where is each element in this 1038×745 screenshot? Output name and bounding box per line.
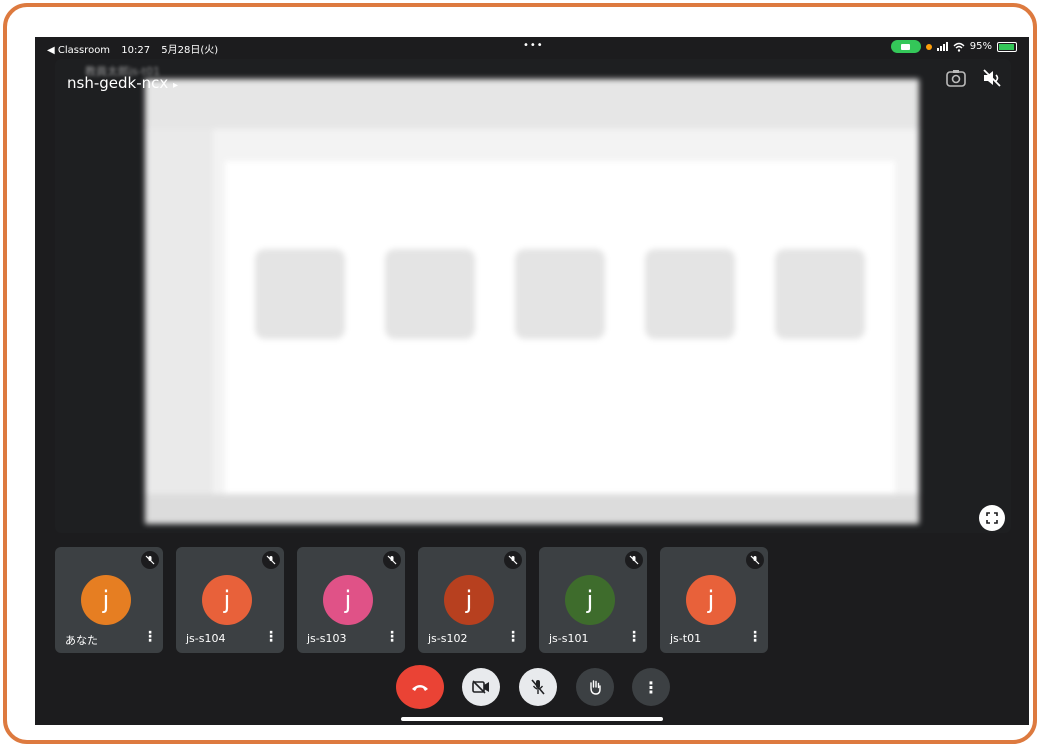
more-options-icon[interactable]: ⋮ — [264, 629, 278, 645]
participant-name: js-s103 — [307, 632, 347, 645]
mic-off-icon — [141, 551, 159, 569]
fullscreen-icon — [986, 512, 998, 524]
wifi-icon — [953, 42, 965, 52]
avatar: j — [444, 575, 494, 625]
participant-name: あなた — [65, 634, 98, 647]
avatar: j — [323, 575, 373, 625]
battery-icon — [997, 41, 1017, 52]
participant-tile[interactable]: j js-s102 ⋮ — [418, 547, 526, 653]
participant-tile[interactable]: j js-s103 ⋮ — [297, 547, 405, 653]
chevron-right-icon: ▸ — [173, 80, 179, 91]
battery-percent: 95% — [969, 41, 992, 52]
fullscreen-button[interactable] — [979, 505, 1005, 531]
more-options-icon[interactable]: ⋮ — [385, 629, 399, 645]
orange-frame: ◀ Classroom 10:27 5月28日(火) ••• 95% 教員太郎j… — [3, 3, 1037, 744]
avatar: j — [81, 575, 131, 625]
participant-name: js-t01 — [670, 632, 702, 645]
home-indicator[interactable] — [401, 717, 663, 721]
status-bar: ◀ Classroom 10:27 5月28日(火) ••• 95% — [35, 37, 1029, 57]
more-options-icon[interactable]: ⋮ — [143, 629, 157, 645]
end-call-button[interactable] — [396, 665, 444, 709]
participant-name: js-s104 — [186, 632, 226, 645]
multitask-dots[interactable]: ••• — [523, 40, 544, 51]
more-options-icon[interactable]: ⋮ — [506, 629, 520, 645]
presentation-stage: 教員太郎js-t01 nsh-gedk-ncx ▸ — [55, 59, 1011, 533]
mic-off-icon — [746, 551, 764, 569]
mic-off-icon — [262, 551, 280, 569]
switch-camera-icon[interactable] — [945, 67, 967, 89]
participant-tile[interactable]: j js-t01 ⋮ — [660, 547, 768, 653]
mic-toggle-button[interactable] — [519, 668, 557, 706]
participant-tile[interactable]: j js-s101 ⋮ — [539, 547, 647, 653]
participant-name: js-s101 — [549, 632, 589, 645]
camera-off-icon — [472, 680, 489, 694]
more-options-icon[interactable]: ⋮ — [627, 629, 641, 645]
end-call-icon — [412, 685, 428, 691]
avatar: j — [202, 575, 252, 625]
participant-tile[interactable]: j js-s104 ⋮ — [176, 547, 284, 653]
avatar: j — [565, 575, 615, 625]
device-screen: ◀ Classroom 10:27 5月28日(火) ••• 95% 教員太郎j… — [35, 37, 1029, 725]
meeting-code[interactable]: nsh-gedk-ncx ▸ — [67, 74, 178, 92]
speaker-off-icon[interactable] — [981, 67, 1003, 89]
call-controls: ⋮ — [35, 665, 1029, 709]
participant-tile[interactable]: j あなた ⋮ — [55, 547, 163, 653]
mic-off-icon — [383, 551, 401, 569]
shared-screen — [145, 79, 919, 524]
participant-name: js-s102 — [428, 632, 468, 645]
mic-off-icon — [504, 551, 522, 569]
mic-off-icon — [531, 679, 545, 695]
camera-toggle-button[interactable] — [462, 668, 500, 706]
more-vert-icon: ⋮ — [643, 677, 659, 697]
mic-indicator-icon — [925, 43, 932, 50]
cellular-signal-icon — [936, 42, 948, 51]
meeting-code-text: nsh-gedk-ncx — [67, 74, 169, 92]
avatar: j — [686, 575, 736, 625]
raise-hand-button[interactable] — [576, 668, 614, 706]
more-options-icon[interactable]: ⋮ — [748, 629, 762, 645]
back-to-app-link[interactable]: ◀ Classroom — [47, 45, 110, 56]
raise-hand-icon — [590, 680, 601, 695]
status-time: 10:27 — [121, 45, 151, 56]
mic-off-icon — [625, 551, 643, 569]
more-options-button[interactable]: ⋮ — [632, 668, 670, 706]
camera-in-use-icon — [890, 40, 921, 53]
status-date: 5月28日(火) — [161, 45, 219, 56]
